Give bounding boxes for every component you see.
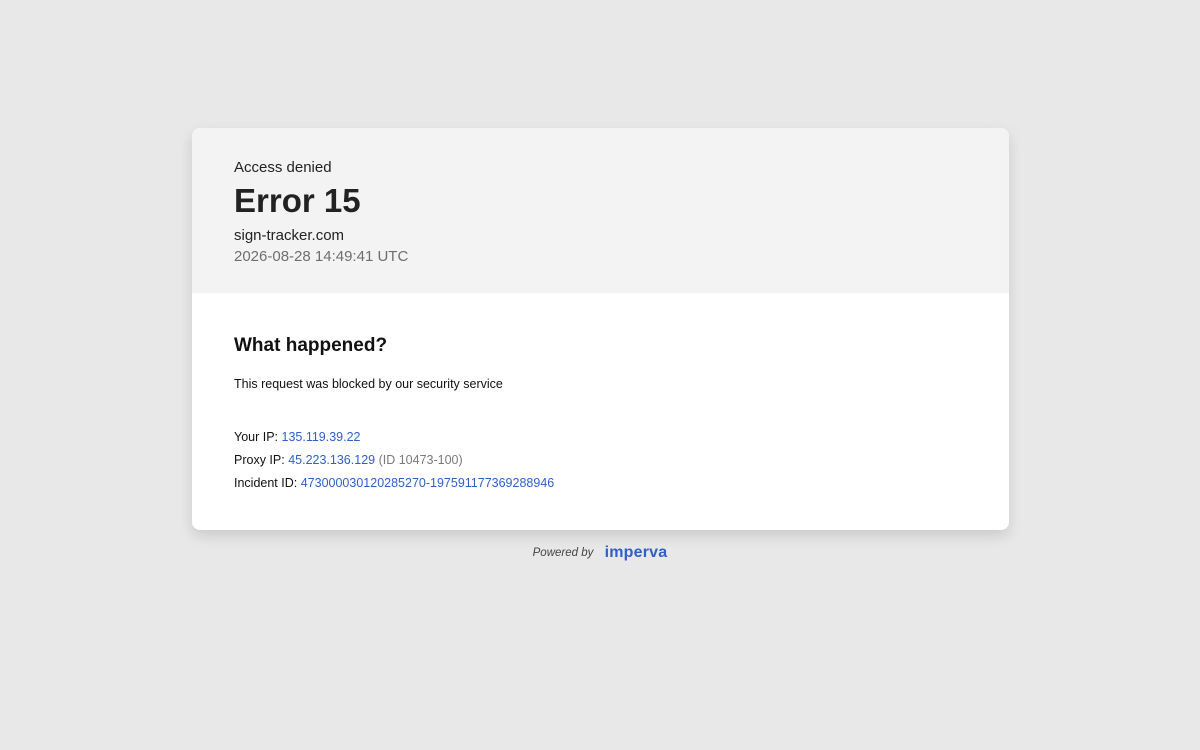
error-title: Error 15 <box>234 182 361 219</box>
incident-id-link[interactable]: 473000030120285270-197591177369288946 <box>301 476 555 490</box>
proxy-ip-id: (ID 10473-100) <box>378 453 463 467</box>
your-ip-link[interactable]: 135.119.39.22 <box>282 430 361 444</box>
imperva-logo[interactable]: imperva <box>605 544 668 562</box>
error-card: Access denied Error 15 sign-tracker.com … <box>192 128 1009 530</box>
error-header: Access denied Error 15 sign-tracker.com … <box>192 128 1009 293</box>
incident-id-label: Incident ID: <box>234 476 298 490</box>
proxy-ip-row: Proxy IP: 45.223.136.129 (ID 10473-100) <box>234 452 967 475</box>
powered-by-label: Powered by <box>532 547 594 559</box>
error-body: What happened? This request was blocked … <box>192 293 1009 498</box>
proxy-ip-link[interactable]: 45.223.136.129 <box>288 453 375 467</box>
your-ip-row: Your IP: 135.119.39.22 <box>234 429 967 452</box>
access-denied-label: Access denied <box>234 159 332 176</box>
your-ip-label: Your IP: <box>234 430 279 444</box>
what-happened-heading: What happened? <box>234 335 388 356</box>
site-domain: sign-tracker.com <box>234 227 345 244</box>
footer: Powered by imperva <box>0 544 1200 562</box>
incident-id-row: Incident ID: 473000030120285270-19759117… <box>234 475 967 498</box>
block-explanation: This request was blocked by our security… <box>234 377 503 391</box>
request-details: Your IP: 135.119.39.22 Proxy IP: 45.223.… <box>234 429 967 498</box>
proxy-ip-label: Proxy IP: <box>234 453 285 467</box>
error-timestamp: 2026-08-28 14:49:41 UTC <box>234 248 409 265</box>
